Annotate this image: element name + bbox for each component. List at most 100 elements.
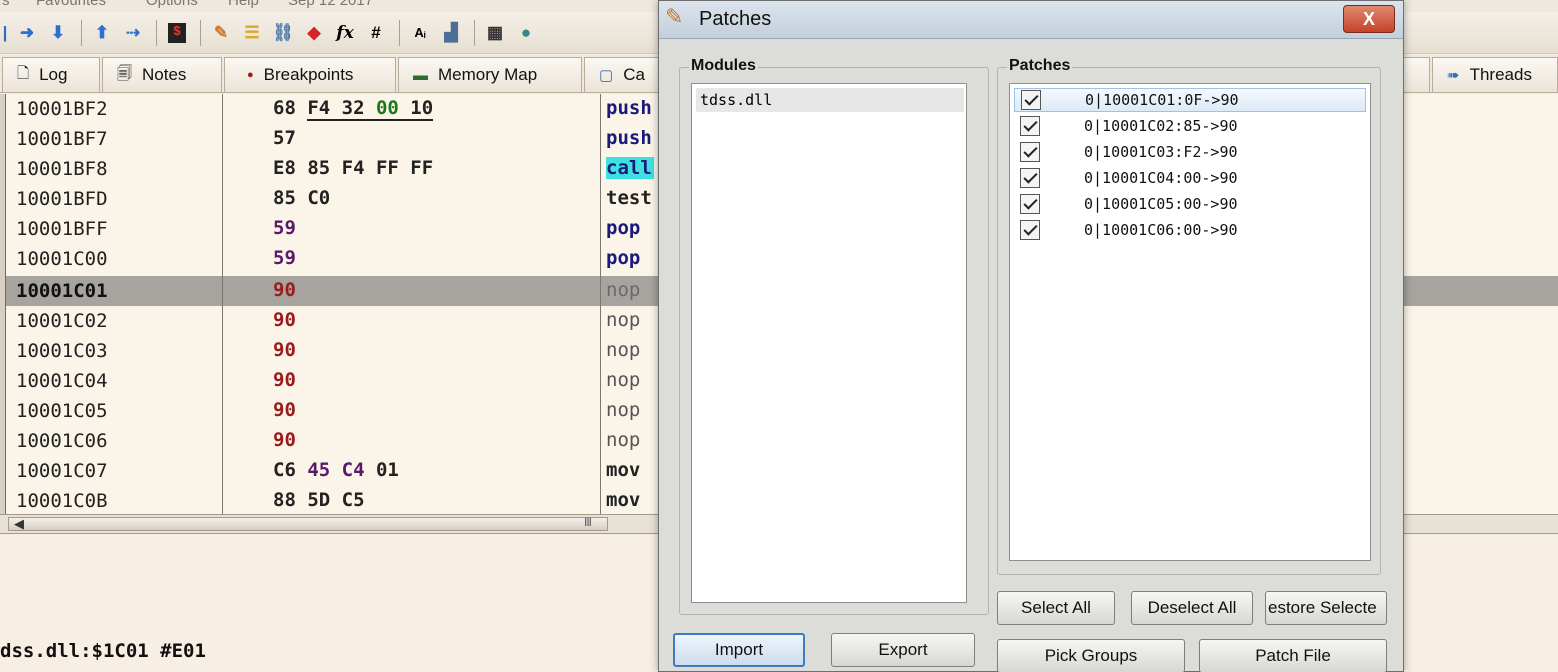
scroll-thumb[interactable] — [8, 517, 608, 531]
bytes: 90 — [273, 369, 296, 391]
address: 10001BF2 — [16, 98, 108, 120]
patch-icon: ✎ — [665, 4, 684, 29]
select-all-button[interactable]: Select All — [997, 591, 1115, 625]
bytes: C6 45 C4 01 — [273, 459, 399, 481]
instruction: call — [606, 157, 654, 179]
list-item[interactable]: tdss.dll — [696, 88, 964, 112]
build-date: Sep 12 2017 — [288, 0, 374, 9]
address: 10001C03 — [16, 340, 108, 362]
address: 10001BFF — [16, 218, 108, 240]
menu-item[interactable]: s — [2, 0, 10, 9]
bytes: E8 85 F4 FF FF — [273, 157, 434, 179]
toolbar-separator — [399, 19, 400, 46]
run-to-user-icon[interactable]: ⇢ — [119, 19, 147, 47]
menu-item-help[interactable]: Help — [228, 0, 259, 9]
step-over-icon[interactable]: ➜ — [13, 19, 41, 47]
patch-checkbox[interactable] — [1020, 168, 1040, 188]
pick-groups-button[interactable]: Pick Groups — [997, 639, 1185, 672]
address: 10001C02 — [16, 310, 108, 332]
threads-icon: ➠ — [1447, 67, 1460, 84]
modules-label: Modules — [689, 57, 758, 75]
list-item[interactable]: 0|10001C06:00->90 — [1014, 218, 1366, 242]
bytes: 85 C0 — [273, 187, 331, 209]
bytes: 57 — [273, 127, 296, 149]
instruction: test — [606, 187, 652, 209]
tab-notes[interactable]: 🗐 Notes — [102, 57, 222, 92]
bytes: 68 F4 32 00 10 — [273, 97, 434, 121]
instruction: nop — [606, 429, 641, 451]
toolbar-separator — [156, 19, 157, 46]
instruction: nop — [606, 339, 641, 361]
column-divider[interactable] — [222, 94, 223, 514]
deselect-all-button[interactable]: Deselect All — [1131, 591, 1253, 625]
list-item[interactable]: 0|10001C01:0F->90 — [1014, 88, 1366, 112]
tab-memory-map[interactable]: ▬ Memory Map — [398, 57, 582, 92]
patch-text: 0|10001C04:00->90 — [1084, 169, 1238, 187]
comment-icon[interactable]: ☰ — [238, 19, 266, 47]
menu-item-options[interactable]: Options — [146, 0, 198, 9]
patches-dialog: ✎ Patches X Modules tdss.dll Patches 0|1… — [658, 0, 1404, 672]
instruction: push — [606, 97, 652, 119]
scroll-grip: III — [584, 515, 592, 529]
patch-checkbox[interactable] — [1020, 116, 1040, 136]
patch-text: 0|10001C02:85->90 — [1084, 117, 1238, 135]
tab-hidden[interactable] — [1400, 57, 1430, 92]
address: 10001BFD — [16, 188, 108, 210]
list-item[interactable]: 0|10001C03:F2->90 — [1014, 140, 1366, 164]
menu-item-favourites[interactable]: Favourites — [36, 0, 106, 9]
breakpoint-icon[interactable]: ◆ — [300, 19, 328, 47]
import-button[interactable]: Import — [673, 633, 805, 667]
bytes: 90 — [273, 309, 296, 331]
tab-label: Threads — [1469, 65, 1532, 84]
tab-breakpoints[interactable]: ● Breakpoints — [224, 57, 396, 92]
instruction: nop — [606, 399, 641, 421]
globe-icon[interactable]: ● — [512, 19, 540, 47]
link-icon[interactable]: ⛓ — [269, 19, 297, 47]
step-into-icon[interactable]: ⬇ — [44, 19, 72, 47]
patch-file-button[interactable]: Patch File — [1199, 639, 1387, 672]
font-icon[interactable]: Aᵢ — [406, 19, 434, 47]
patch-checkbox[interactable] — [1021, 90, 1041, 110]
tab-label: Log — [39, 65, 68, 84]
bytes: 90 — [273, 339, 296, 361]
restore-selected-button[interactable]: estore Selecte — [1265, 591, 1387, 625]
memory-icon[interactable]: ▟ — [437, 19, 465, 47]
tab-label: Breakpoints — [263, 65, 354, 84]
column-divider[interactable] — [600, 94, 601, 514]
list-item[interactable]: 0|10001C05:00->90 — [1014, 192, 1366, 216]
byte-group: F4 32 00 10 — [307, 97, 434, 121]
toolbar-separator — [200, 19, 201, 46]
scroll-left-icon[interactable]: ◀ — [14, 516, 24, 532]
address: 10001BF8 — [16, 158, 108, 180]
tab-callstack[interactable]: ▢ Ca — [584, 57, 664, 92]
script-icon[interactable]: $ — [163, 19, 191, 47]
modules-list[interactable]: tdss.dll — [691, 83, 967, 603]
toolbar-separator — [474, 19, 475, 46]
close-button[interactable]: X — [1343, 5, 1395, 33]
instruction: nop — [606, 309, 641, 331]
tab-threads[interactable]: ➠ Threads — [1432, 57, 1558, 92]
patch-icon[interactable]: ✎ — [207, 19, 235, 47]
list-item[interactable]: 0|10001C02:85->90 — [1014, 114, 1366, 138]
patch-checkbox[interactable] — [1020, 220, 1040, 240]
export-button[interactable]: Export — [831, 633, 975, 667]
patches-list[interactable]: 0|10001C01:0F->90 0|10001C02:85->90 0|10… — [1009, 83, 1371, 561]
fx-icon[interactable]: fx — [331, 19, 359, 47]
instruction: nop — [606, 369, 641, 391]
list-item[interactable]: 0|10001C04:00->90 — [1014, 166, 1366, 190]
tab-log[interactable]: 🗋 Log — [2, 57, 100, 92]
dialog-titlebar[interactable]: ✎ Patches X — [659, 1, 1403, 39]
step-out-icon[interactable]: ⬆ — [88, 19, 116, 47]
bytes: 90 — [273, 399, 296, 421]
instruction: pop — [606, 217, 641, 239]
hash-icon[interactable]: # — [362, 19, 390, 47]
patch-checkbox[interactable] — [1020, 194, 1040, 214]
step-back-icon[interactable]: | — [0, 19, 10, 47]
patch-text: 0|10001C01:0F->90 — [1085, 91, 1239, 109]
address: 10001C01 — [16, 280, 108, 302]
dialog-title: Patches — [699, 8, 772, 30]
gutter — [0, 94, 6, 514]
patch-checkbox[interactable] — [1020, 142, 1040, 162]
tab-label: Ca — [623, 65, 645, 84]
calculator-icon[interactable]: ▦ — [481, 19, 509, 47]
